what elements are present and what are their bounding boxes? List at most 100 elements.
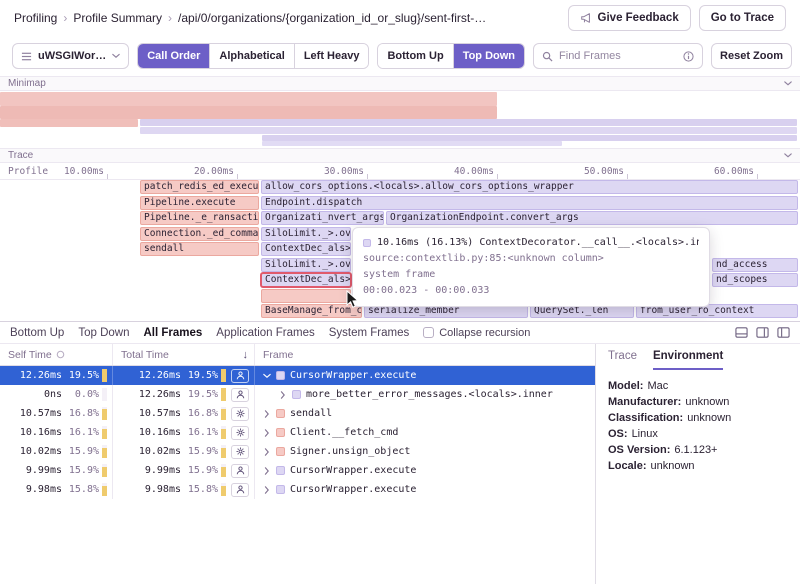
tab-application-frames[interactable]: Application Frames — [216, 327, 314, 339]
self-time-cell: 10.02ms15.9% — [0, 442, 113, 461]
flame-frame[interactable]: nd_scopes — [712, 273, 798, 287]
caret-down-icon[interactable] — [263, 373, 271, 379]
trace-label: Trace — [8, 150, 33, 161]
frames-tab-bar: Bottom Up Top Down All Frames Application F… — [0, 322, 800, 344]
direction-option-bottom-up[interactable]: Bottom Up — [378, 44, 452, 68]
give-feedback-button[interactable]: Give Feedback — [568, 5, 691, 31]
bottom-panel: Bottom Up Top Down All Frames Application F… — [0, 321, 800, 584]
flame-frame[interactable]: ContextDec_als>.i — [261, 273, 351, 287]
chevron-down-icon — [112, 53, 120, 59]
flame-frame[interactable]: Pipeline._e_ransaction — [140, 211, 259, 225]
flame-frame[interactable] — [261, 289, 351, 303]
tooltip-title: 10.16ms (16.13%) ContextDecorator.__call… — [377, 235, 699, 251]
tab-bottom-up[interactable]: Bottom Up — [10, 327, 64, 339]
flamegraph-canvas[interactable]: 10.16ms (16.13%) ContextDecorator.__call… — [0, 180, 800, 321]
frame-name: CursorWrapper.execute — [290, 370, 416, 381]
tab-all-frames[interactable]: All Frames — [143, 327, 202, 339]
collapse-recursion-checkbox[interactable]: Collapse recursion — [423, 327, 530, 339]
table-row[interactable]: 0ns0.0%12.26ms19.5%more_better_error_mes… — [0, 385, 595, 404]
flame-frame[interactable]: ContextDec_als>.i — [261, 242, 351, 256]
sort-option-alphabetical[interactable]: Alphabetical — [209, 44, 293, 68]
breadcrumb-item-api-0-organizations-organizati[interactable]: /api/0/organizations/{organization_id_or… — [178, 11, 486, 25]
flame-frame[interactable]: SiloLimit._>.over — [261, 227, 351, 241]
frame-cell: CursorWrapper.execute — [255, 366, 595, 385]
frame-column-header[interactable]: Frame — [255, 344, 595, 365]
layout-dock-bottom-icon[interactable] — [735, 326, 748, 339]
minimap-block — [0, 106, 497, 119]
minimap-block — [140, 127, 797, 134]
self-time-cell-bar — [102, 369, 107, 382]
thread-selector-dropdown[interactable]: uWSGIWor… — [12, 43, 129, 69]
table-row[interactable]: 9.98ms15.8%9.98ms15.8%CursorWrapper.exec… — [0, 480, 595, 499]
self-time-cell-percent: 16.1% — [66, 427, 99, 438]
caret-right-icon[interactable] — [263, 487, 271, 493]
layout-dock-right-icon[interactable] — [756, 326, 769, 339]
frame-cell: Signer.unsign_object — [255, 442, 595, 461]
table-row[interactable]: 12.26ms19.5%12.26ms19.5%CursorWrapper.ex… — [0, 366, 595, 385]
chevron-down-icon[interactable] — [784, 81, 792, 86]
flame-frame[interactable]: patch_redis_ed_execute — [140, 180, 259, 194]
caret-right-icon[interactable] — [263, 468, 271, 474]
flame-frame[interactable]: Organizati_nvert_args — [261, 211, 384, 225]
self-time-cell-value: 9.98ms — [0, 484, 62, 495]
frame-header-label: Frame — [263, 349, 293, 361]
chevron-down-icon[interactable] — [784, 153, 792, 158]
reset-zoom-button[interactable]: Reset Zoom — [711, 43, 792, 69]
ruler-tick-label: 40.00ms — [436, 166, 494, 177]
breadcrumb-item-profile-summary[interactable]: Profile Summary — [73, 11, 162, 25]
details-tab-environment[interactable]: Environment — [653, 344, 723, 370]
checkbox-icon — [423, 327, 434, 338]
minimap-canvas[interactable] — [0, 91, 800, 148]
sort-option-left-heavy[interactable]: Left Heavy — [294, 44, 369, 68]
tab-top-down[interactable]: Top Down — [78, 327, 129, 339]
caret-right-icon[interactable] — [263, 430, 271, 436]
layout-dock-left-icon[interactable] — [777, 326, 790, 339]
flame-frame[interactable]: OrganizationEndpoint.convert_args — [386, 211, 798, 225]
total-time-cell-percent: 16.1% — [185, 427, 218, 438]
tooltip-source: source:contextlib.py:85:<unknown column> — [363, 251, 699, 267]
details-tab-trace[interactable]: Trace — [608, 344, 637, 370]
find-frames-input[interactable] — [559, 50, 677, 62]
frame-name: CursorWrapper.execute — [290, 465, 416, 476]
total-time-cell-value: 12.26ms — [113, 370, 181, 381]
profile-ruler-label: Profile — [8, 166, 48, 177]
search-icon — [542, 51, 553, 62]
caret-right-icon[interactable] — [279, 392, 287, 398]
user-icon — [231, 369, 249, 383]
flame-frame[interactable]: Endpoint.dispatch — [261, 196, 798, 210]
details-tabs: Trace Environment — [596, 344, 800, 370]
field-label: Classification: — [608, 410, 683, 426]
breadcrumb-item-profiling[interactable]: Profiling — [14, 11, 57, 25]
table-row[interactable]: 9.99ms15.9%9.99ms15.9%CursorWrapper.exec… — [0, 461, 595, 480]
flame-frame[interactable]: Connection._ed_command — [140, 227, 259, 241]
self-time-cell-bar — [102, 464, 107, 477]
flame-frame[interactable]: sendall — [140, 242, 259, 256]
self-time-cell-percent: 15.8% — [66, 484, 99, 495]
direction-option-top-down[interactable]: Top Down — [453, 44, 524, 68]
thread-selector-label: uWSGIWor… — [38, 50, 106, 62]
table-row[interactable]: 10.16ms16.1%10.16ms16.1%Client.__fetch_c… — [0, 423, 595, 442]
frames-table-header: Self Time Total Time ↓ Frame — [0, 344, 595, 366]
flame-frame[interactable]: SiloLimit._>.over — [261, 258, 351, 272]
self-time-column-header[interactable]: Self Time — [0, 344, 113, 365]
self-time-cell-percent: 15.9% — [66, 465, 99, 476]
environment-field: Manufacturer:unknown — [608, 394, 788, 410]
total-time-column-header[interactable]: Total Time ↓ — [113, 344, 255, 365]
tab-system-frames[interactable]: System Frames — [329, 327, 410, 339]
self-time-cell: 0ns0.0% — [0, 385, 113, 404]
breadcrumb: Profiling›Profile Summary›/api/0/organiz… — [14, 11, 560, 25]
find-frames-search[interactable] — [533, 43, 703, 69]
flame-frame[interactable]: Pipeline.execute — [140, 196, 259, 210]
self-time-cell-value: 9.99ms — [0, 465, 62, 476]
flame-frame[interactable]: nd_access — [712, 258, 798, 272]
ruler-tick-label: 10.00ms — [46, 166, 104, 177]
total-time-header-label: Total Time — [121, 349, 169, 361]
minimap-block — [140, 119, 797, 126]
go-to-trace-button[interactable]: Go to Trace — [699, 5, 786, 31]
caret-right-icon[interactable] — [263, 411, 271, 417]
caret-right-icon[interactable] — [263, 449, 271, 455]
flame-frame[interactable]: allow_cors_options.<locals>.allow_cors_o… — [261, 180, 798, 194]
table-row[interactable]: 10.57ms16.8%10.57ms16.8%sendall — [0, 404, 595, 423]
sort-option-call-order[interactable]: Call Order — [138, 44, 209, 68]
table-row[interactable]: 10.02ms15.9%10.02ms15.9%Signer.unsign_ob… — [0, 442, 595, 461]
